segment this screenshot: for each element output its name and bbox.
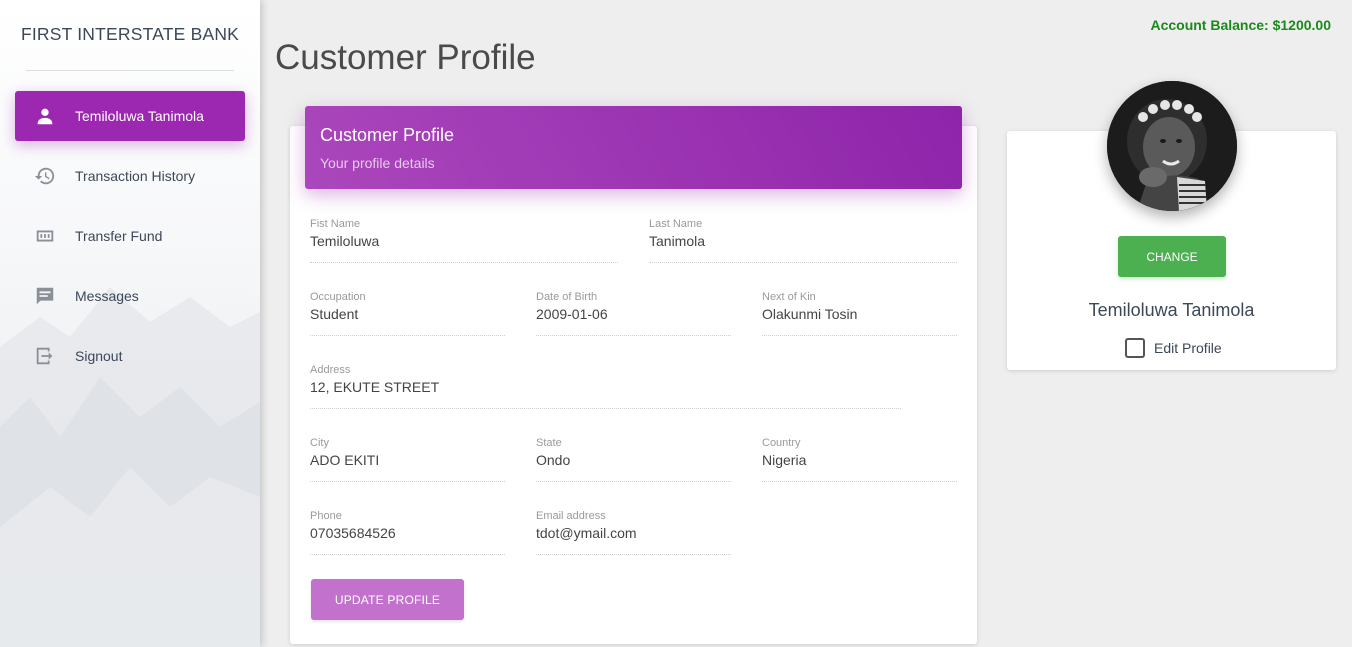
field-label: Date of Birth (536, 291, 598, 303)
sidebar: FIRST INTERSTATE BANK Temiloluwa Tanimol… (0, 0, 260, 647)
field-label: Fist Name (310, 218, 361, 230)
brand-divider (26, 70, 234, 71)
update-profile-button[interactable]: UPDATE PROFILE (311, 579, 464, 620)
sidebar-item-label: Transfer Fund (75, 228, 163, 244)
field-value: Temiloluwa (310, 233, 380, 249)
field-value: 2009-01-06 (536, 306, 608, 322)
first-name-field[interactable]: Fist Name Temiloluwa (310, 218, 618, 263)
field-value: tdot@ymail.com (536, 525, 637, 541)
field-value: Tanimola (649, 233, 706, 249)
edit-profile-checkbox[interactable] (1125, 338, 1145, 358)
field-label: Last Name (649, 218, 703, 230)
date-of-birth-field[interactable]: Date of Birth 2009-01-06 (536, 291, 731, 336)
field-label: City (310, 437, 329, 449)
field-label: Email address (536, 510, 606, 522)
person-icon (33, 104, 57, 128)
sidebar-item-messages[interactable]: Messages (15, 271, 245, 321)
field-label: Phone (310, 510, 342, 522)
money-icon (33, 224, 57, 248)
field-value: ADO EKITI (310, 452, 380, 468)
address-field[interactable]: Address 12, EKUTE STREET (310, 364, 901, 409)
field-value: Nigeria (762, 452, 807, 468)
city-field[interactable]: City ADO EKITI (310, 437, 505, 482)
sidebar-item-label: Messages (75, 288, 139, 304)
sidebar-item-profile[interactable]: Temiloluwa Tanimola (15, 91, 245, 141)
field-label: Occupation (310, 291, 366, 303)
profile-name: Temiloluwa Tanimola (1088, 300, 1255, 320)
card-subtitle: Your profile details (320, 155, 435, 171)
field-label: Address (310, 364, 351, 376)
field-label: Next of Kin (762, 291, 816, 303)
state-field[interactable]: State Ondo (536, 437, 731, 482)
sidebar-item-signout[interactable]: Signout (15, 331, 245, 381)
avatar-portrait-image (1107, 81, 1237, 211)
field-value: Student (310, 306, 359, 322)
occupation-field[interactable]: Occupation Student (310, 291, 505, 336)
field-label: State (536, 437, 562, 449)
change-photo-button[interactable]: CHANGE (1118, 236, 1226, 277)
sidebar-item-label: Temiloluwa Tanimola (75, 108, 204, 124)
field-value: 07035684526 (310, 525, 396, 541)
exit-icon (33, 344, 57, 368)
edit-profile-label: Edit Profile (1154, 340, 1222, 356)
edit-profile-toggle[interactable]: Edit Profile (1125, 338, 1222, 358)
phone-field[interactable]: Phone 07035684526 (310, 510, 505, 555)
message-icon (33, 284, 57, 308)
next-of-kin-field[interactable]: Next of Kin Olakunmi Tosin (762, 291, 957, 336)
sidebar-item-transaction-history[interactable]: Transaction History (15, 151, 245, 201)
page-title: Customer Profile (275, 38, 536, 77)
brand-title: FIRST INTERSTATE BANK (20, 24, 240, 44)
sidebar-item-label: Transaction History (75, 168, 196, 184)
card-header: Customer Profile Your profile details (305, 106, 962, 189)
history-icon (33, 164, 57, 188)
avatar (1107, 81, 1237, 211)
sidebar-item-transfer-fund[interactable]: Transfer Fund (15, 211, 245, 261)
field-value: 12, EKUTE STREET (310, 379, 440, 395)
last-name-field[interactable]: Last Name Tanimola (649, 218, 957, 263)
country-field[interactable]: Country Nigeria (762, 437, 957, 482)
card-title: Customer Profile (320, 125, 455, 145)
sidebar-item-label: Signout (75, 348, 123, 364)
account-balance: Account Balance: $1200.00 (1150, 17, 1331, 33)
field-value: Olakunmi Tosin (762, 306, 858, 322)
email-field[interactable]: Email address tdot@ymail.com (536, 510, 731, 555)
field-label: Country (762, 437, 801, 449)
field-value: Ondo (536, 452, 571, 468)
sidebar-nav: Temiloluwa Tanimola Transaction History … (15, 91, 245, 391)
